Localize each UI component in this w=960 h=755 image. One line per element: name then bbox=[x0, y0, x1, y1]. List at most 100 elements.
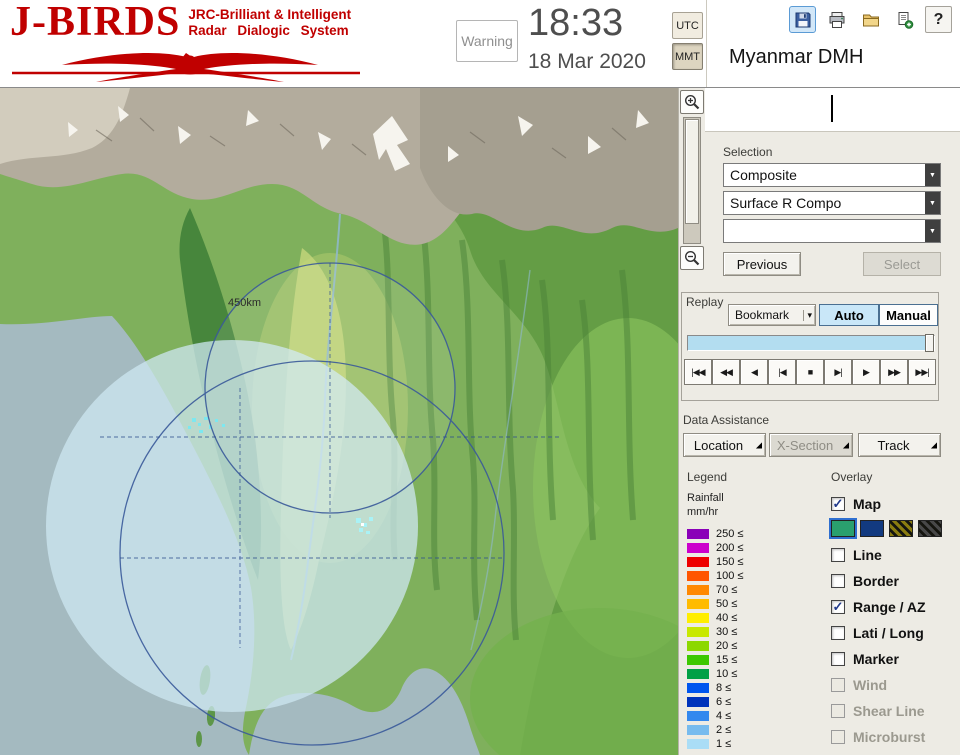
corner-arrow-icon: ◢ bbox=[842, 440, 849, 450]
playback-play-button[interactable]: ▶ bbox=[852, 359, 880, 385]
checkbox-map[interactable]: ✓ bbox=[831, 496, 845, 511]
range-ring-label: 450km bbox=[228, 297, 261, 309]
legend-value-label: 4 ≤ bbox=[716, 710, 732, 722]
clock-time: 18:33 bbox=[528, 2, 624, 44]
playback-step-back-button[interactable]: |◀ bbox=[768, 359, 796, 385]
checkbox-range-az[interactable]: ✓ bbox=[831, 599, 845, 614]
replay-group: Replay Bookmark ▾ Auto Manual |◀◀ ◀◀ ◀ |◀ ■ ▶… bbox=[681, 292, 939, 401]
previous-button[interactable]: Previous bbox=[723, 252, 801, 276]
legend-value-label: 10 ≤ bbox=[716, 668, 738, 680]
zoom-out-button[interactable] bbox=[680, 246, 704, 270]
bookmark-button[interactable]: Bookmark ▾ bbox=[728, 304, 816, 326]
overlay-item-shear-line: Shear Line bbox=[831, 701, 959, 721]
legend-row: 30 ≤ bbox=[687, 626, 827, 638]
legend-value-label: 200 ≤ bbox=[716, 542, 744, 554]
product-dropdown[interactable]: Surface R Compo ▼ bbox=[723, 191, 941, 215]
playback-rewind-button[interactable]: ◀◀ bbox=[712, 359, 740, 385]
replay-slider[interactable] bbox=[687, 334, 935, 352]
legend-row: 10 ≤ bbox=[687, 668, 827, 680]
map-style-terrain-green-swatch[interactable] bbox=[829, 518, 857, 539]
chevron-down-icon[interactable]: ▼ bbox=[925, 164, 940, 186]
map-style-gray-hatch-swatch[interactable] bbox=[918, 520, 942, 537]
jbirds-app: J-BIRDS JRC-Brilliant & Intelligent Rada… bbox=[0, 0, 960, 755]
playback-step-forward-button[interactable]: ▶| bbox=[824, 359, 852, 385]
overlay-item-label: Marker bbox=[853, 651, 899, 667]
legend-row: 40 ≤ bbox=[687, 612, 827, 624]
legend-color-swatch bbox=[687, 739, 709, 749]
location-button[interactable]: Location ◢ bbox=[683, 433, 766, 457]
playback-last-button[interactable]: ▶▶| bbox=[908, 359, 936, 385]
utc-button[interactable]: UTC bbox=[672, 12, 703, 39]
legend-row: 100 ≤ bbox=[687, 570, 827, 582]
xsection-button[interactable]: X-Section ◢ bbox=[769, 433, 853, 457]
legend-unit-1: Rainfall bbox=[687, 492, 724, 504]
data-assistance-label: Data Assistance bbox=[683, 413, 770, 427]
map-scrollbar[interactable] bbox=[683, 117, 701, 244]
select-button[interactable]: Select bbox=[863, 252, 941, 276]
chevron-down-icon[interactable]: ▼ bbox=[925, 220, 940, 242]
map-style-dark-blue-swatch[interactable] bbox=[860, 520, 884, 537]
checkbox-lati-long[interactable] bbox=[831, 626, 845, 640]
eagle-logo-icon bbox=[12, 53, 360, 82]
legend-color-swatch bbox=[687, 655, 709, 665]
map-style-swatches bbox=[829, 518, 959, 539]
legend-row: 15 ≤ bbox=[687, 654, 827, 666]
bookmark-label: Bookmark bbox=[735, 308, 790, 322]
legend-color-swatch bbox=[687, 683, 709, 693]
legend-value-label: 100 ≤ bbox=[716, 570, 744, 582]
legend-value-label: 20 ≤ bbox=[716, 640, 738, 652]
export-icon[interactable] bbox=[891, 6, 918, 33]
mmt-button[interactable]: MMT bbox=[672, 43, 703, 70]
save-icon[interactable] bbox=[789, 6, 816, 33]
playback-stop-button[interactable]: ■ bbox=[796, 359, 824, 385]
legend-label: Legend bbox=[687, 470, 728, 484]
clock-date: 18 Mar 2020 bbox=[528, 50, 646, 73]
auto-button[interactable]: Auto bbox=[819, 304, 879, 326]
print-icon[interactable] bbox=[823, 6, 850, 33]
legend-color-swatch bbox=[687, 571, 709, 581]
legend-value-label: 30 ≤ bbox=[716, 626, 738, 638]
terrain-map-image[interactable]: 450km bbox=[0, 88, 678, 755]
legend-color-swatch bbox=[687, 711, 709, 721]
manual-button[interactable]: Manual bbox=[879, 304, 938, 326]
chevron-down-icon: ▾ bbox=[803, 309, 812, 321]
chevron-down-icon[interactable]: ▼ bbox=[925, 192, 940, 214]
track-button[interactable]: Track ◢ bbox=[858, 433, 941, 457]
command-input[interactable] bbox=[705, 88, 960, 132]
overlay-rows: ✓ Map Line Border ✓ Range / AZ Lati / Long Mark… bbox=[829, 494, 959, 747]
radar-map[interactable]: 450km bbox=[0, 88, 678, 755]
dropdown-value: Surface R Compo bbox=[730, 195, 842, 211]
zoom-in-button[interactable] bbox=[680, 90, 704, 114]
legend-value-label: 1 ≤ bbox=[716, 738, 732, 750]
scrollbar-thumb[interactable] bbox=[685, 119, 699, 224]
open-folder-icon[interactable] bbox=[857, 6, 884, 33]
control-panel: Selection Composite ▼ Surface R Compo ▼ … bbox=[678, 88, 960, 755]
overlay-item-line: Line bbox=[831, 545, 959, 565]
playback-first-button[interactable]: |◀◀ bbox=[684, 359, 712, 385]
legend-color-swatch bbox=[687, 557, 709, 567]
playback-fast-forward-button[interactable]: ▶▶ bbox=[880, 359, 908, 385]
warning-button[interactable]: Warning bbox=[456, 20, 518, 62]
legend-value-label: 2 ≤ bbox=[716, 724, 732, 736]
composite-dropdown[interactable]: Composite ▼ bbox=[723, 163, 941, 187]
legend-color-swatch bbox=[687, 627, 709, 637]
legend-color-swatch bbox=[687, 697, 709, 707]
overlay-item-lati-long: Lati / Long bbox=[831, 623, 959, 643]
slider-thumb[interactable] bbox=[925, 334, 934, 352]
checkbox-line[interactable] bbox=[831, 548, 845, 562]
checkbox-marker[interactable] bbox=[831, 652, 845, 666]
legend-row: 250 ≤ bbox=[687, 528, 827, 540]
header-right: ? Myanmar DMH bbox=[706, 0, 960, 87]
help-icon[interactable]: ? bbox=[925, 6, 952, 33]
extra-dropdown[interactable]: ▼ bbox=[723, 219, 941, 243]
overlay-section: Overlay ✓ Map Line Border ✓ Range / AZ Lati / … bbox=[829, 470, 959, 753]
legend-unit-2: mm/hr bbox=[687, 505, 719, 518]
legend-row: 200 ≤ bbox=[687, 542, 827, 554]
playback-play-reverse-button[interactable]: ◀ bbox=[740, 359, 768, 385]
map-style-olive-hatch-swatch[interactable] bbox=[889, 520, 913, 537]
overlay-item-label: Microburst bbox=[853, 729, 926, 745]
checkbox-border[interactable] bbox=[831, 574, 845, 588]
timezone-toggle: UTC MMT bbox=[672, 12, 703, 70]
legend-value-label: 70 ≤ bbox=[716, 584, 738, 596]
legend-color-swatch bbox=[687, 585, 709, 595]
